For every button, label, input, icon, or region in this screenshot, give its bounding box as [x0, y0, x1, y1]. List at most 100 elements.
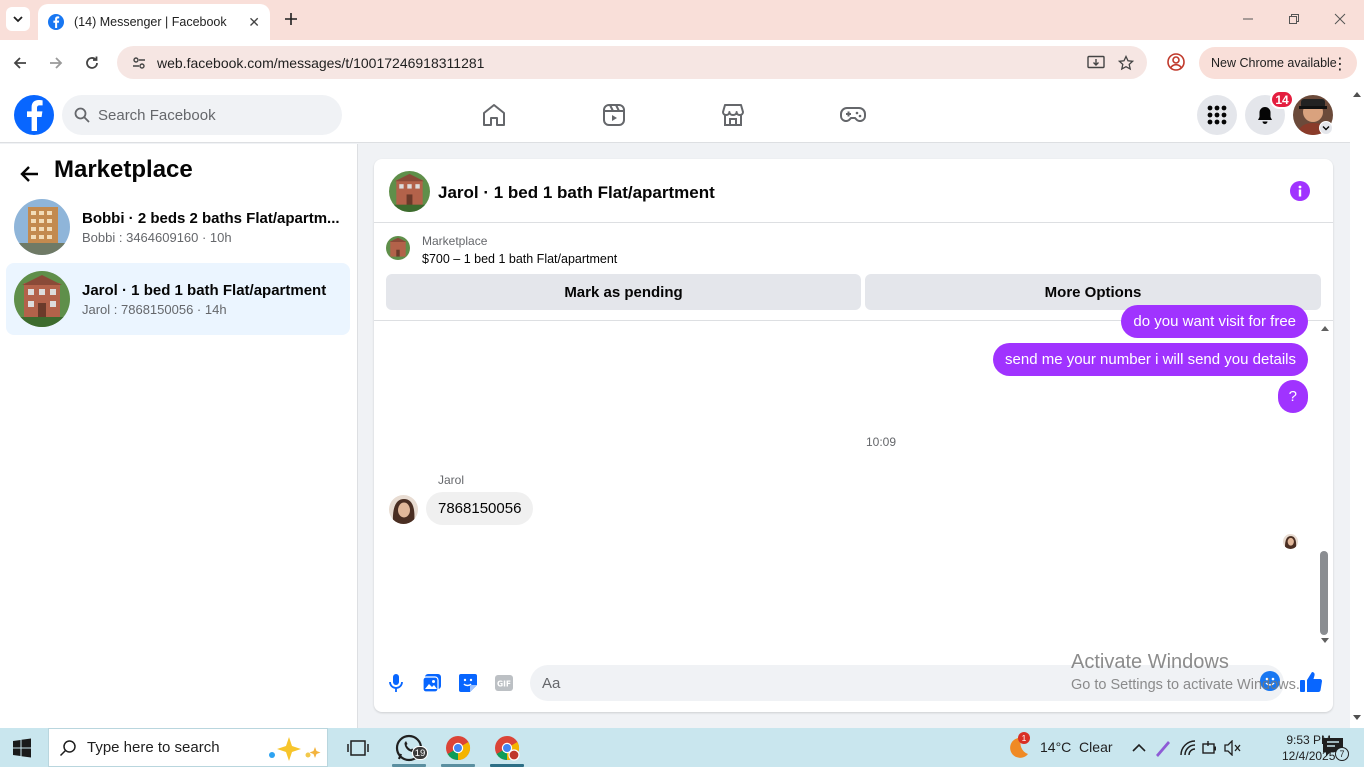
conversation-info-button[interactable] [1290, 181, 1310, 201]
video-nav-button[interactable] [600, 101, 628, 129]
facebook-logo-icon[interactable] [14, 95, 54, 135]
chrome-icon [446, 736, 471, 760]
page-scrollbar[interactable] [1350, 86, 1364, 728]
tab-title: (14) Messenger | Facebook [74, 15, 227, 29]
taskbar-search-placeholder: Type here to search [87, 739, 220, 756]
chrome-menu-icon[interactable]: ⋮ [1332, 54, 1348, 74]
gaming-icon [840, 107, 866, 122]
site-settings-icon[interactable] [123, 55, 155, 71]
arrow-left-icon [20, 166, 38, 182]
emoji-icon [1265, 677, 1275, 686]
menu-button[interactable] [1197, 95, 1237, 135]
scroll-up-icon [1321, 326, 1329, 331]
battery-icon [1202, 741, 1216, 754]
volume-button[interactable] [1223, 738, 1243, 758]
marketplace-nav-button[interactable] [719, 101, 747, 129]
address-bar[interactable]: web.facebook.com/messages/t/100172469183… [117, 46, 1147, 79]
listing-price[interactable]: $700 – 1 bed 1 bath Flat/apartment [422, 252, 617, 266]
minimize-icon [1243, 18, 1253, 20]
emoji-button[interactable] [1260, 671, 1280, 691]
sidebar-back-button[interactable] [16, 160, 44, 188]
photo-icon [422, 674, 441, 693]
conversation-item-active[interactable]: Jarol · 1 bed 1 bath Flat/apartment Jaro… [6, 263, 350, 335]
weather-widget[interactable]: 1 14°C Clear [1006, 732, 1113, 760]
update-label: New Chrome available [1211, 56, 1337, 70]
chrome-taskbar-app[interactable] [443, 733, 473, 763]
reload-button[interactable] [80, 51, 104, 75]
chat-title[interactable]: Jarol · 1 bed 1 bath Flat/apartment [438, 183, 715, 203]
chrome-update-button[interactable]: New Chrome available ⋮ [1199, 47, 1357, 79]
browser-tab-strip: (14) Messenger | Facebook ✕ [0, 0, 1364, 40]
tab-search-button[interactable] [6, 7, 30, 31]
restore-button[interactable] [1272, 6, 1316, 32]
message-composer: GIF [374, 659, 1333, 712]
outgoing-message[interactable]: do you want visit for free [1121, 305, 1308, 338]
task-view-icon [347, 740, 369, 756]
chrome-profile-taskbar-app[interactable] [492, 733, 522, 763]
voice-clip-button[interactable] [384, 671, 408, 695]
conversation-item[interactable]: Bobbi · 2 beds 2 baths Flat/apartm... Bo… [6, 191, 350, 263]
weather-text: 14°C Clear [1040, 739, 1113, 755]
battery-button[interactable] [1200, 738, 1220, 758]
pen-tray-button[interactable] [1153, 738, 1173, 758]
listing-thumbnail [14, 199, 70, 255]
forward-button[interactable] [44, 51, 68, 75]
message-input[interactable] [542, 674, 1222, 692]
mark-as-pending-button[interactable]: Mark as pending [386, 274, 861, 310]
chrome-profile-icon[interactable] [1166, 52, 1186, 72]
whatsapp-badge: 19 [412, 746, 428, 760]
incoming-message[interactable]: 7868150056 [426, 492, 534, 525]
chevron-down-icon [13, 16, 23, 23]
start-button[interactable] [12, 738, 32, 758]
gif-button[interactable]: GIF [492, 671, 516, 695]
chevron-up-icon [1132, 743, 1146, 752]
gif-icon: GIF [495, 675, 513, 691]
notification-center-button[interactable]: 7 [1322, 737, 1349, 761]
windows-logo-icon [13, 738, 31, 758]
chat-listing-thumbnail[interactable] [389, 171, 430, 212]
message-box[interactable] [530, 665, 1284, 701]
facebook-search[interactable] [62, 95, 342, 135]
close-window-button[interactable] [1318, 6, 1362, 32]
browser-tab[interactable]: (14) Messenger | Facebook ✕ [38, 4, 270, 40]
seen-indicator-avatar [1283, 534, 1298, 549]
back-button[interactable] [8, 51, 32, 75]
sticker-button[interactable] [456, 671, 480, 695]
install-app-icon[interactable] [1087, 54, 1105, 72]
task-view-button[interactable] [343, 733, 373, 763]
home-nav-button[interactable] [480, 101, 508, 129]
account-caret-icon[interactable] [1319, 121, 1333, 135]
facebook-header [0, 86, 1350, 143]
marketplace-icon [722, 104, 744, 126]
new-tab-button[interactable] [280, 8, 302, 30]
search-icon [74, 107, 90, 123]
chat-header: Jarol · 1 bed 1 bath Flat/apartment [374, 159, 1333, 223]
network-button[interactable] [1178, 738, 1198, 758]
video-icon [603, 104, 625, 126]
pen-icon [1156, 741, 1170, 757]
thumbs-up-icon [1300, 672, 1323, 693]
sender-avatar[interactable] [389, 495, 418, 524]
svg-text:GIF: GIF [497, 680, 511, 689]
tab-close-icon[interactable]: ✕ [248, 14, 260, 31]
taskbar-search[interactable]: Type here to search [48, 728, 328, 767]
outgoing-message[interactable]: ? [1277, 380, 1308, 413]
show-hidden-icons-button[interactable] [1129, 738, 1149, 758]
arrow-right-icon [50, 57, 63, 69]
close-icon [1334, 13, 1346, 25]
bookmark-star-icon[interactable] [1117, 54, 1135, 72]
facebook-favicon-icon [48, 14, 64, 30]
sparkle-icon [269, 737, 321, 761]
arrow-left-icon [13, 57, 26, 69]
send-like-button[interactable] [1298, 669, 1324, 695]
gaming-nav-button[interactable] [839, 101, 867, 129]
plus-icon [285, 13, 297, 25]
message-timestamp: 10:09 [866, 435, 897, 449]
grid-menu-icon [1207, 105, 1227, 125]
chat-scroll-thumb[interactable] [1320, 551, 1328, 635]
outgoing-message[interactable]: send me your number i will send you deta… [993, 343, 1308, 376]
attach-photo-button[interactable] [420, 671, 444, 695]
listing-banner-thumbnail [386, 236, 410, 260]
facebook-search-input[interactable] [98, 106, 318, 124]
minimize-button[interactable] [1226, 6, 1270, 32]
